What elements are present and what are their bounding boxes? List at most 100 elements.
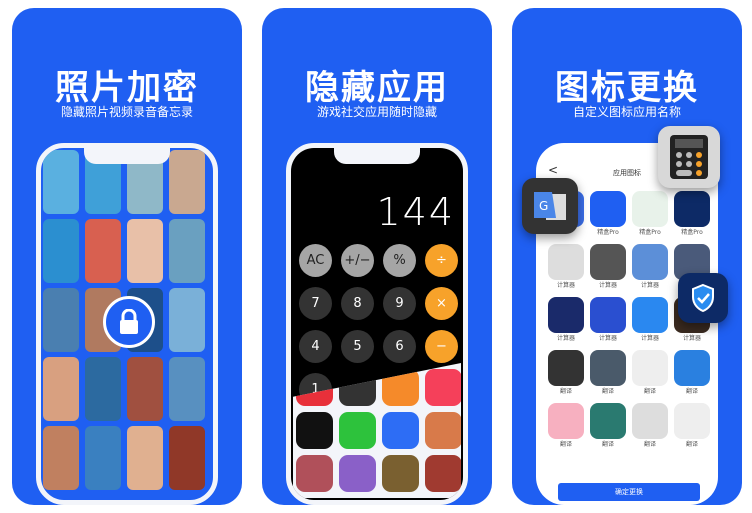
app-icon-option: [590, 403, 626, 439]
icon-option[interactable]: 精盒Pro: [632, 191, 668, 239]
icon-option[interactable]: 计算器: [590, 244, 626, 292]
photo: [127, 219, 163, 283]
panel-title: 隐藏应用: [305, 68, 449, 108]
icon-option[interactable]: 计算器: [548, 244, 584, 292]
icon-option[interactable]: 精盒Pro: [590, 191, 626, 239]
key-6[interactable]: 6: [383, 330, 416, 363]
chat-app-icon[interactable]: [382, 412, 419, 449]
confirm-change-button[interactable]: 确定更换: [558, 483, 700, 501]
icon-option[interactable]: 翻译: [632, 403, 668, 451]
game-app-icon[interactable]: [339, 455, 376, 492]
app-icon-option: [632, 350, 668, 386]
panel-hide-apps: 隐藏应用 游戏社交应用随时隐藏 144 AC +/− % ÷ 7 8 9 × 4…: [262, 8, 492, 505]
phone-notch: [84, 148, 170, 164]
photo: [43, 150, 79, 214]
calculator-icon: [658, 126, 720, 188]
icon-option[interactable]: 计算器: [590, 297, 626, 345]
app-icon-option: [674, 191, 710, 227]
icon-option[interactable]: 翻译: [674, 350, 710, 398]
key-minus[interactable]: −: [425, 330, 458, 363]
app-icon-option: [548, 350, 584, 386]
wechat-app-icon[interactable]: [339, 412, 376, 449]
phone-notch: [334, 148, 420, 164]
photo: [85, 426, 121, 490]
key-percent[interactable]: %: [383, 244, 416, 277]
app-icon-option: [548, 297, 584, 333]
panel-subtitle: 隐藏照片视频录音备忘录: [60, 105, 193, 119]
kuaishou-app-icon[interactable]: [425, 369, 461, 406]
icon-label: 翻译: [643, 441, 656, 448]
panel-subtitle: 自定义图标应用名称: [572, 105, 681, 119]
google-translate-icon: G: [522, 178, 578, 234]
app-icon-option: [590, 244, 626, 280]
app-icon-option: [548, 403, 584, 439]
icon-label: 翻译: [685, 441, 698, 448]
icon-option[interactable]: 精盒Pro: [674, 191, 710, 239]
photo: [43, 288, 79, 352]
icon-label: 翻译: [559, 441, 572, 448]
game-app-icon[interactable]: [425, 412, 461, 449]
icon-option[interactable]: 计算器: [548, 297, 584, 345]
key-9[interactable]: 9: [383, 287, 416, 320]
key-divide[interactable]: ÷: [425, 244, 458, 277]
icon-option[interactable]: 翻译: [590, 350, 626, 398]
game-app-icon[interactable]: [425, 455, 461, 492]
icon-label: 计算器: [682, 335, 701, 342]
icon-option[interactable]: 计算器: [632, 244, 668, 292]
icon-label: 翻译: [559, 388, 572, 395]
key-sign[interactable]: +/−: [341, 244, 374, 277]
photo: [43, 357, 79, 421]
game-app-icon[interactable]: [296, 455, 333, 492]
tiktok-app-icon[interactable]: [296, 412, 333, 449]
icon-option[interactable]: 翻译: [548, 403, 584, 451]
icon-label: 计算器: [598, 282, 617, 289]
photo: [85, 219, 121, 283]
shield-check-icon: [678, 273, 728, 323]
icon-label: 精盒Pro: [597, 229, 619, 236]
app-icon-option: [590, 297, 626, 333]
icon-label: 计算器: [598, 335, 617, 342]
app-icon-option: [590, 191, 626, 227]
game-app-icon[interactable]: [382, 455, 419, 492]
key-8[interactable]: 8: [341, 287, 374, 320]
phone-mockup: 144 AC +/− % ÷ 7 8 9 × 4 5 6 − 1: [286, 143, 468, 505]
photo: [169, 150, 205, 214]
app-icon-option: [632, 244, 668, 280]
app-icon-option: [590, 350, 626, 386]
key-ac[interactable]: AC: [299, 244, 332, 277]
key-4[interactable]: 4: [299, 330, 332, 363]
icon-option[interactable]: 翻译: [674, 403, 710, 451]
app-icon-option: [632, 403, 668, 439]
panel-icon-change: 图标更换 自定义图标应用名称 < 应用图标 精盒Pro 精盒Pro 精盒Pro 计算器…: [512, 8, 742, 505]
icon-option[interactable]: 翻译: [590, 403, 626, 451]
key-multiply[interactable]: ×: [425, 287, 458, 320]
panel-title: 照片加密: [55, 68, 199, 108]
key-7[interactable]: 7: [299, 287, 332, 320]
photo: [127, 357, 163, 421]
panel-photo-encryption: 照片加密 隐藏照片视频录音备忘录: [12, 8, 242, 505]
icon-label: 精盒Pro: [681, 229, 703, 236]
photo: [43, 426, 79, 490]
app-icon-option: [632, 297, 668, 333]
icon-option[interactable]: 翻译: [632, 350, 668, 398]
icon-label: 精盒Pro: [639, 229, 661, 236]
photo: [43, 219, 79, 283]
app-icon-option: [674, 350, 710, 386]
icon-label: 计算器: [640, 335, 659, 342]
lock-icon: [103, 296, 155, 348]
app-icon-option: [674, 403, 710, 439]
photo: [169, 288, 205, 352]
icon-option[interactable]: 翻译: [548, 350, 584, 398]
svg-text:G: G: [539, 199, 548, 213]
phone-mockup: [36, 143, 218, 505]
icon-option[interactable]: 计算器: [632, 297, 668, 345]
icon-label: 翻译: [601, 441, 614, 448]
app-icon-option: [548, 244, 584, 280]
icon-label: 翻译: [685, 388, 698, 395]
key-5[interactable]: 5: [341, 330, 374, 363]
panel-subtitle: 游戏社交应用随时隐藏: [316, 105, 437, 119]
app-icon-option: [632, 191, 668, 227]
panel-title: 图标更换: [555, 68, 699, 108]
icon-label: 计算器: [640, 282, 659, 289]
photo: [169, 357, 205, 421]
